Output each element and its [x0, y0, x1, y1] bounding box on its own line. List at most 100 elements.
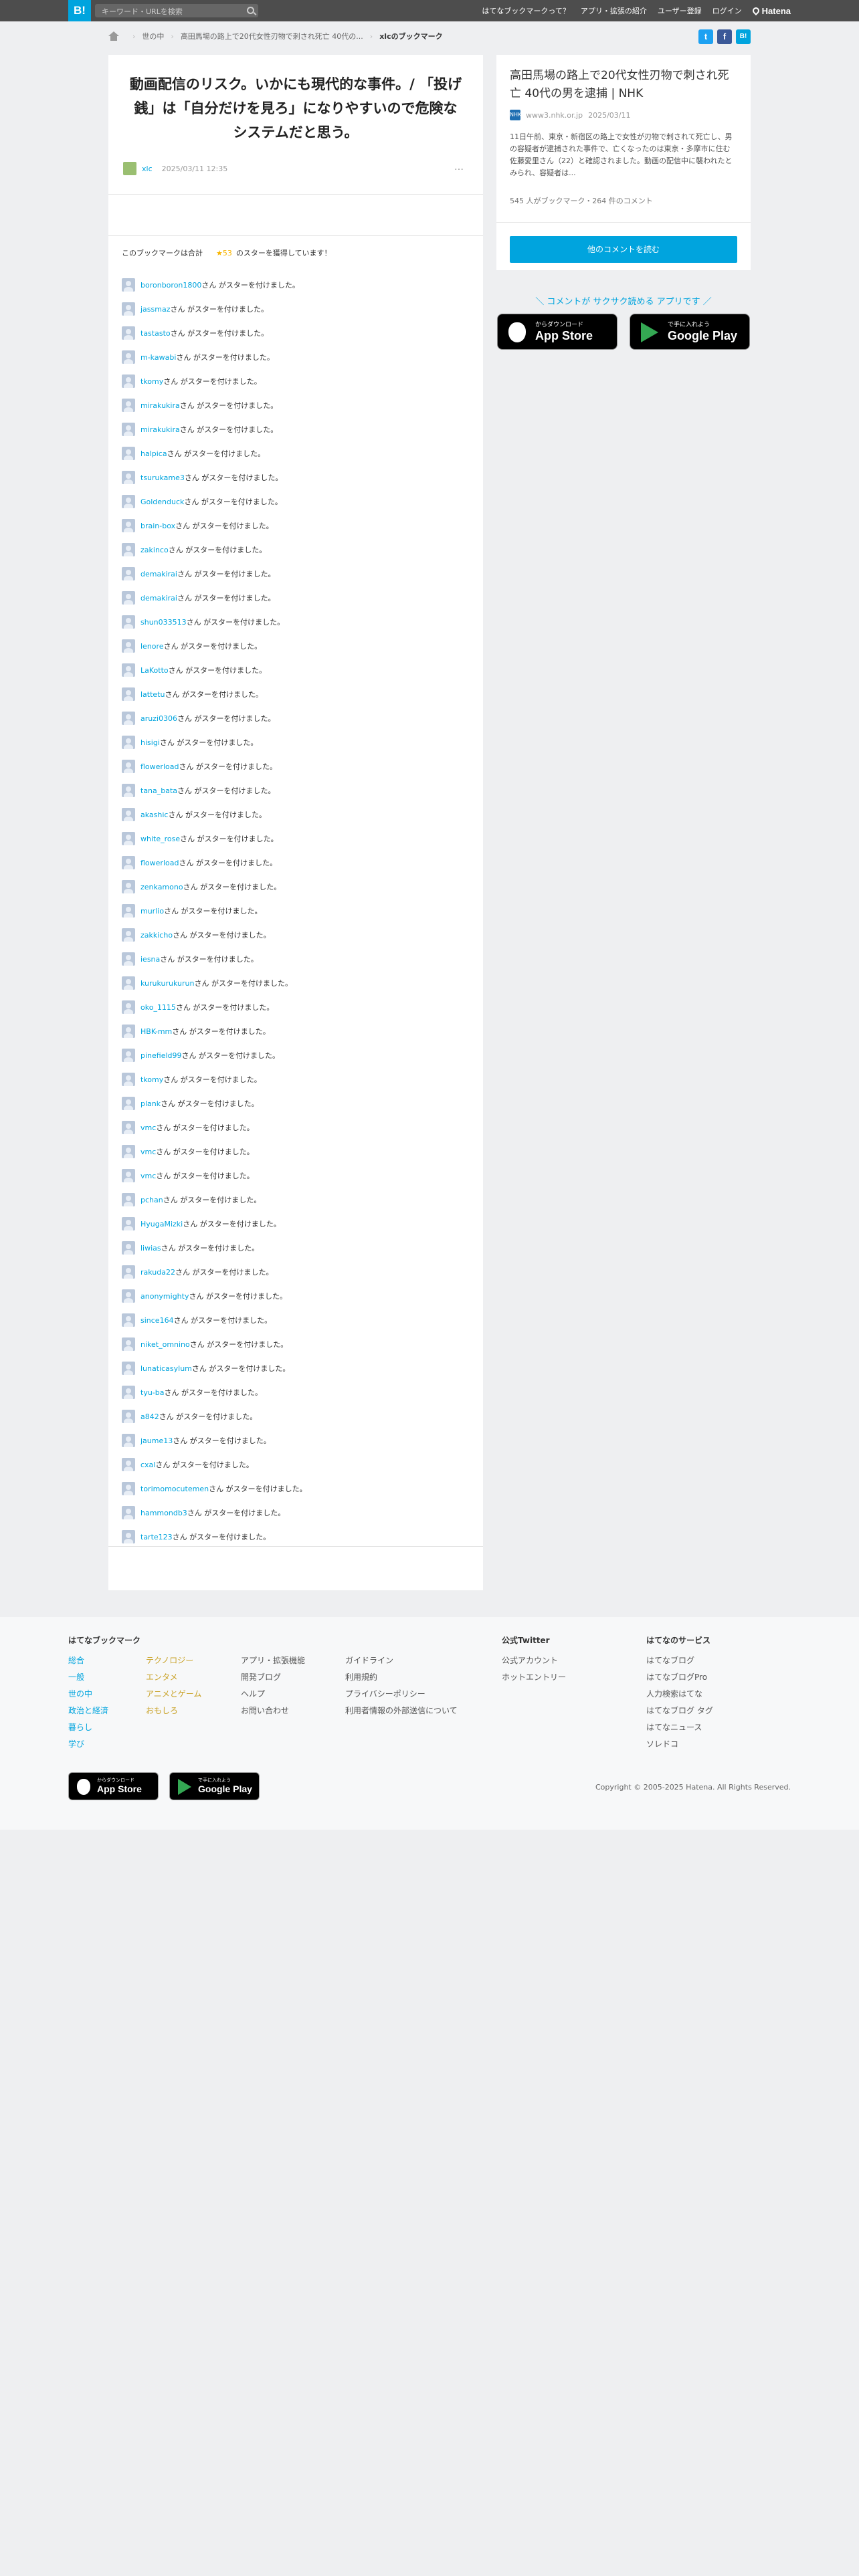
star-user-link[interactable]: hisigi: [140, 738, 160, 747]
star-user-link[interactable]: tsurukame3: [140, 473, 185, 482]
footer-link[interactable]: 開発ブログ: [241, 1671, 305, 1688]
nav-register[interactable]: ユーザー登録: [658, 5, 702, 16]
star-user-link[interactable]: niket_omnino: [140, 1340, 190, 1349]
footer-link[interactable]: はてなブログ: [646, 1654, 713, 1671]
user-avatar-icon[interactable]: [122, 1145, 135, 1158]
star-user-link[interactable]: jassmaz: [140, 305, 171, 314]
footer-link[interactable]: 人力検索はてな: [646, 1688, 713, 1705]
star-user-link[interactable]: tastasto: [140, 329, 171, 338]
user-avatar-icon[interactable]: [122, 1265, 135, 1279]
star-user-link[interactable]: flowerload: [140, 762, 179, 771]
star-user-link[interactable]: tyu-ba: [140, 1388, 165, 1397]
footer-link[interactable]: ソレドコ: [646, 1738, 713, 1755]
star-user-link[interactable]: plank: [140, 1099, 161, 1108]
read-comments-button[interactable]: 他のコメントを読む: [510, 236, 737, 263]
star-user-link[interactable]: HyugaMizki: [140, 1220, 183, 1228]
star-user-link[interactable]: lunaticasylum: [140, 1364, 192, 1373]
star-user-link[interactable]: boronboron1800: [140, 281, 201, 290]
star-user-link[interactable]: flowerload: [140, 859, 179, 867]
footer-google-play-button[interactable]: で手に入れよう Google Play: [169, 1772, 260, 1800]
user-avatar-icon[interactable]: [122, 1362, 135, 1375]
bookmark-date[interactable]: 2025/03/11 12:35: [162, 165, 228, 173]
footer-link[interactable]: 政治と経済: [68, 1705, 108, 1721]
user-avatar-icon[interactable]: [122, 495, 135, 508]
star-user-link[interactable]: white_rose: [140, 835, 180, 843]
google-play-button[interactable]: で手に入れよう Google Play: [630, 314, 750, 350]
user-avatar-icon[interactable]: [122, 1097, 135, 1110]
star-user-link[interactable]: zakkicho: [140, 931, 173, 940]
star-user-link[interactable]: oko_1115: [140, 1003, 176, 1012]
user-avatar-icon[interactable]: [122, 928, 135, 942]
star-user-link[interactable]: a842: [140, 1412, 159, 1421]
user-avatar-icon[interactable]: [122, 567, 135, 580]
star-user-link[interactable]: vmc: [140, 1172, 156, 1180]
user-avatar-icon[interactable]: [122, 639, 135, 653]
user-avatar-icon[interactable]: [122, 1458, 135, 1471]
more-menu-icon[interactable]: …: [454, 162, 464, 173]
footer-link[interactable]: 公式アカウント: [502, 1654, 566, 1671]
hatena-bookmark-logo[interactable]: B!: [68, 0, 91, 21]
footer-link[interactable]: おもしろ: [146, 1705, 201, 1721]
star-user-link[interactable]: pinefield99: [140, 1051, 182, 1060]
user-avatar-icon[interactable]: [122, 1169, 135, 1182]
user-avatar-icon[interactable]: [122, 447, 135, 460]
user-avatar-icon[interactable]: [122, 615, 135, 629]
star-user-link[interactable]: demakirai: [140, 594, 177, 603]
star-user-link[interactable]: HBK-mm: [140, 1027, 172, 1036]
star-user-link[interactable]: zakinco: [140, 546, 169, 554]
footer-link[interactable]: はてなブログ タグ: [646, 1705, 713, 1721]
user-avatar-icon[interactable]: [122, 976, 135, 990]
star-user-link[interactable]: rakuda22: [140, 1268, 175, 1277]
star-user-link[interactable]: lenore: [140, 642, 164, 651]
star-user-link[interactable]: m-kawabi: [140, 353, 176, 362]
hatena-share-icon[interactable]: B!: [736, 29, 751, 44]
footer-link[interactable]: ヘルプ: [241, 1688, 305, 1705]
star-user-link[interactable]: halpica: [140, 449, 167, 458]
user-avatar-icon[interactable]: [122, 591, 135, 605]
footer-link[interactable]: ホットエントリー: [502, 1671, 566, 1688]
footer-app-store-button[interactable]: からダウンロード App Store: [68, 1772, 159, 1800]
star-user-link[interactable]: mirakukira: [140, 425, 180, 434]
user-avatar-icon[interactable]: [122, 399, 135, 412]
star-user-link[interactable]: anonymighty: [140, 1292, 189, 1301]
user-avatar-icon[interactable]: [122, 1386, 135, 1399]
entry-title[interactable]: 高田馬場の路上で20代女性刃物で刺され死亡 40代の男を逮捕 | NHK: [496, 55, 751, 103]
user-avatar-icon[interactable]: [122, 1530, 135, 1543]
star-user-link[interactable]: tarte123: [140, 1533, 173, 1541]
breadcrumb-entry[interactable]: 高田馬場の路上で20代女性刃物で刺され死亡 40代の...: [181, 31, 363, 41]
star-user-link[interactable]: brain-box: [140, 522, 175, 530]
user-avatar-icon[interactable]: [122, 326, 135, 340]
user-avatar-icon[interactable]: [122, 760, 135, 773]
user-avatar-icon[interactable]: [122, 736, 135, 749]
user-avatar-icon[interactable]: [122, 1506, 135, 1519]
user-avatar-icon[interactable]: [122, 1337, 135, 1351]
user-avatar-icon[interactable]: [122, 374, 135, 388]
user-avatar-icon[interactable]: [122, 808, 135, 821]
footer-link[interactable]: はてなニュース: [646, 1721, 713, 1738]
user-avatar-icon[interactable]: [122, 1410, 135, 1423]
user-avatar-icon[interactable]: [122, 904, 135, 918]
star-user-link[interactable]: demakirai: [140, 570, 177, 578]
star-user-link[interactable]: Goldenduck: [140, 498, 184, 506]
nav-apps[interactable]: アプリ・拡張の紹介: [581, 5, 647, 16]
user-avatar-icon[interactable]: [122, 687, 135, 701]
star-user-link[interactable]: lattetu: [140, 690, 165, 699]
star-user-link[interactable]: kurukurukurun: [140, 979, 194, 988]
user-avatar-icon[interactable]: [122, 1313, 135, 1327]
user-avatar-icon[interactable]: [122, 1241, 135, 1255]
star-user-link[interactable]: akashic: [140, 811, 168, 819]
footer-link[interactable]: お問い合わせ: [241, 1705, 305, 1721]
user-avatar-icon[interactable]: [122, 302, 135, 316]
nav-login[interactable]: ログイン: [712, 5, 742, 16]
user-avatar-icon[interactable]: [122, 543, 135, 556]
user-avatar-icon[interactable]: [122, 519, 135, 532]
star-user-link[interactable]: torimomocutemen: [140, 1485, 209, 1493]
facebook-share-icon[interactable]: f: [717, 29, 732, 44]
user-avatar-icon[interactable]: [122, 1000, 135, 1014]
star-user-link[interactable]: pchan: [140, 1196, 163, 1204]
search-icon[interactable]: [247, 7, 254, 14]
star-user-link[interactable]: iesna: [140, 955, 160, 964]
user-avatar-icon[interactable]: [122, 1482, 135, 1495]
user-avatar-icon[interactable]: [122, 952, 135, 966]
star-user-link[interactable]: tana_bata: [140, 786, 177, 795]
